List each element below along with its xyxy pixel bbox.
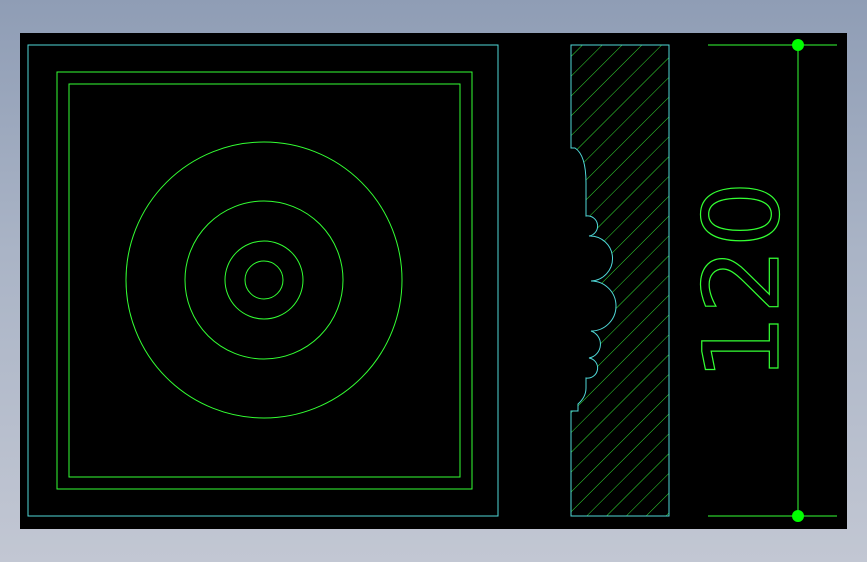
middle-frame (56, 71, 473, 490)
center-circle (244, 260, 284, 300)
outer-frame (27, 44, 499, 517)
grip-top[interactable] (792, 39, 804, 51)
cad-drawing: 120 (27, 39, 837, 522)
second-circle (184, 200, 344, 360)
cad-viewport[interactable]: 120 (20, 33, 847, 529)
outer-circle (125, 141, 403, 419)
dimension-text: 120 (681, 181, 803, 381)
front-view (27, 44, 499, 517)
dimension-120[interactable]: 120 (680, 39, 837, 522)
grip-bottom[interactable] (792, 510, 804, 522)
section-hatch (571, 45, 669, 516)
third-circle (224, 240, 304, 320)
section-view (570, 44, 670, 517)
